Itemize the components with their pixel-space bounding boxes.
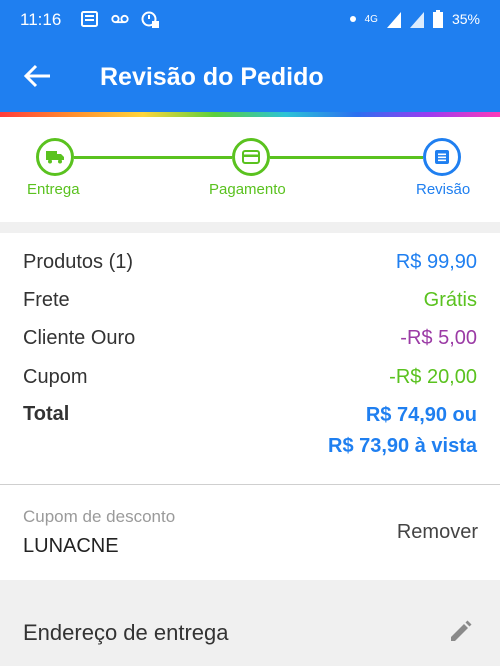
- step-pagamento[interactable]: [232, 138, 270, 176]
- battery-icon: [432, 10, 443, 28]
- step-label-pagamento: Pagamento: [209, 181, 286, 198]
- summary-row-products: Produtos (1) R$ 99,90: [23, 247, 477, 277]
- total-label: Total: [23, 402, 70, 425]
- summary-row-gold: Cliente Ouro -R$ 5,00: [23, 323, 477, 353]
- section-divider: [0, 222, 500, 233]
- truck-icon: [46, 151, 64, 164]
- coupon-value: -R$ 20,00: [389, 365, 477, 388]
- coupon-label: Cupom: [23, 365, 88, 388]
- status-time: 11:16: [20, 10, 62, 29]
- checkout-stepper: Entrega Pagamento Revisão: [0, 117, 500, 222]
- status-notification-icons: [80, 9, 160, 29]
- receipt-icon: [435, 150, 449, 164]
- status-system-icons: 4G 35%: [349, 10, 480, 28]
- step-connector: [270, 156, 423, 159]
- pencil-icon[interactable]: [448, 618, 474, 644]
- network-type: 4G: [364, 13, 378, 25]
- step-connector: [74, 156, 232, 159]
- products-label: Produtos (1): [23, 250, 134, 273]
- products-value: R$ 99,90: [395, 250, 477, 273]
- summary-row-coupon: Cupom -R$ 20,00: [23, 362, 477, 392]
- total-installment: R$ 74,90 ou: [365, 404, 477, 426]
- address-title: Endereço de entrega: [23, 620, 229, 645]
- step-label-entrega: Entrega: [27, 181, 80, 198]
- order-summary: Produtos (1) R$ 99,90 Frete Grátis Clien…: [0, 233, 500, 483]
- coupon-section: Cupom de desconto LUNACNE Remover: [0, 484, 500, 581]
- signal-x-icon: [409, 12, 424, 28]
- news-icon: [81, 11, 98, 27]
- battery-percent: 35%: [451, 11, 480, 27]
- summary-row-shipping: Frete Grátis: [23, 285, 477, 315]
- total-cash: R$ 73,90 à vista: [328, 435, 477, 457]
- gold-client-label: Cliente Ouro: [23, 326, 136, 349]
- signal-icon: [386, 12, 401, 28]
- delivery-address-section[interactable]: Endereço de entrega: [0, 580, 500, 666]
- arrow-back-icon[interactable]: [22, 62, 54, 90]
- step-entrega[interactable]: [36, 138, 74, 176]
- voicemail-icon: [111, 14, 129, 24]
- status-bar: 11:16 4G 35%: [0, 0, 500, 40]
- card-icon: [242, 150, 260, 164]
- step-label-revisao: Revisão: [416, 181, 471, 198]
- total-value: R$ 74,90 ou R$ 73,90 à vista: [328, 400, 477, 462]
- app-bar: Revisão do Pedido: [0, 40, 500, 112]
- remove-coupon-button[interactable]: Remover: [397, 521, 478, 544]
- shipping-value: Grátis: [423, 288, 477, 311]
- coupon-title: Cupom de desconto: [23, 507, 176, 526]
- coupon-code: LUNACNE: [23, 535, 119, 557]
- dot-icon: [349, 16, 356, 22]
- alarm-icon: [141, 11, 159, 28]
- shipping-label: Frete: [23, 288, 70, 311]
- gold-client-value: -R$ 5,00: [400, 326, 477, 349]
- page-title: Revisão do Pedido: [100, 63, 324, 91]
- step-revisao[interactable]: [423, 138, 461, 176]
